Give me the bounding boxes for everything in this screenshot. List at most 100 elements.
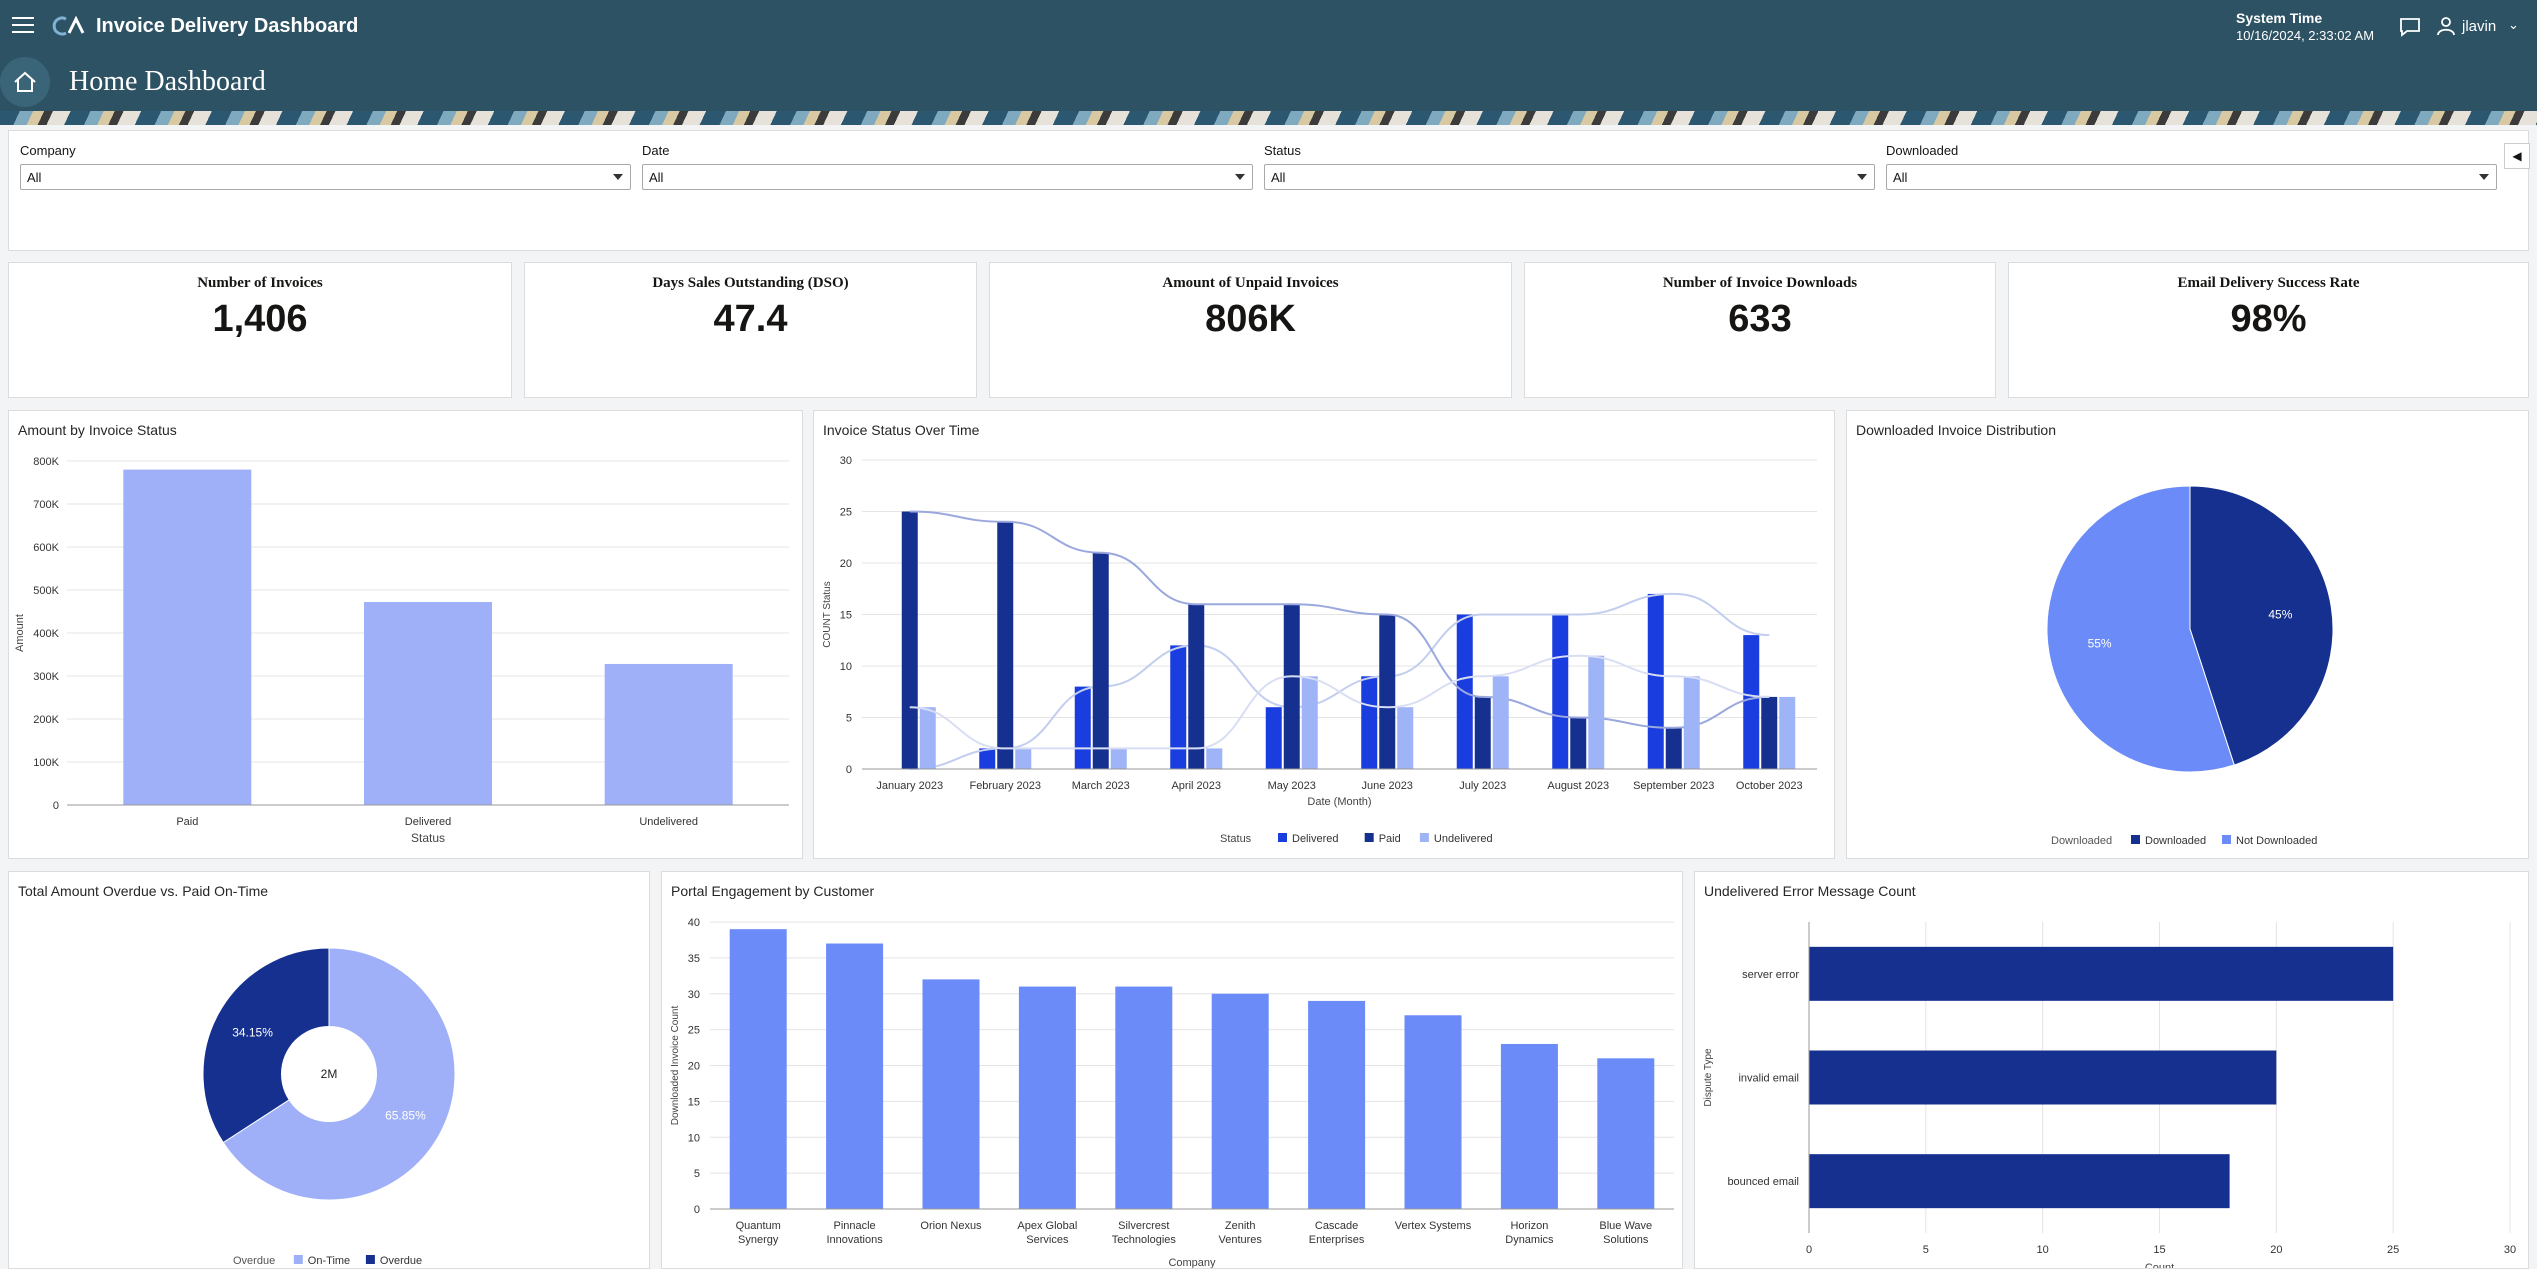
y-tick-label: 10 [688,1132,700,1144]
invoice-status-over-time-chart: 0 5 10 15 20 25 30 January 2023 February 2023 Mar… [822,455,1817,845]
downloaded-distribution-panel: Downloaded Invoice Distribution 45% 55% Do… [1846,410,2529,859]
date-select[interactable]: All [642,164,1253,190]
bar-paid [1474,696,1491,769]
bar [1211,993,1269,1209]
bar [1809,946,2394,1001]
x-axis-label: Status [411,831,445,845]
user-icon[interactable] [2436,16,2456,36]
filter-panel: Company All Date All Status All Download… [8,130,2529,251]
kpi-title: Amount of Unpaid Invoices [1162,275,1339,291]
legend-swatch [293,1255,303,1264]
filter-label: Status [1264,143,1301,158]
legend-label: Overdue [380,1255,422,1267]
bar-paid [1379,614,1396,769]
legend-swatch [1419,833,1429,842]
slice-label: 55% [2088,636,2112,650]
x-tick-label: February 2023 [969,780,1041,792]
bar-undelivered [1206,748,1223,769]
user-name[interactable]: jlavin [2462,18,2496,35]
x-tick-label: 30 [2504,1244,2516,1256]
bar-undelivered [1683,676,1700,769]
filter-downloaded: Downloaded All [1886,143,2497,190]
portal-engagement-panel: Portal Engagement by Customer 0 5 10 15 20 25… [661,871,1683,1269]
bar-delivered [1361,676,1378,769]
bar [1500,1043,1558,1209]
legend-label: Delivered [1292,833,1338,845]
status-select[interactable]: All [1264,164,1875,190]
kpi-title: Number of Invoices [197,275,323,291]
y-axis-label: Amount [14,614,26,652]
home-button[interactable] [0,57,50,107]
bar [364,602,492,805]
x-tick-label: Orion Nexus [920,1220,982,1232]
bar-delivered [1743,635,1760,769]
kpi-title: Email Delivery Success Rate [2177,275,2360,291]
x-tick-label: January 2023 [876,780,943,792]
y-tick-label: 400K [33,628,59,640]
bar [1404,1015,1462,1209]
undelivered-errors-chart: 0 5 10 15 20 25 30 server error invalid email bou… [1703,922,2516,1268]
x-tick-label: Undelivered [639,816,698,828]
bar [1597,1058,1655,1209]
kpi-dso: Days Sales Outstanding (DSO) 47.4 [524,262,977,398]
slice-label: 34.15% [232,1025,273,1039]
kpi-title: Number of Invoice Downloads [1662,275,1858,291]
kpi-invoice-downloads: Number of Invoice Downloads 633 [1524,262,1996,398]
y-tick-label: 15 [688,1096,700,1108]
x-tick-label: Vertex Systems [1395,1220,1472,1232]
y-tick-label: 35 [688,953,700,965]
y-tick-label: bounced email [1727,1176,1799,1188]
x-tick-label: July 2023 [1459,780,1506,792]
collapse-left-icon[interactable]: ◀ [2504,143,2530,169]
legend-swatch [1278,833,1287,842]
x-tick-label: April 2023 [1171,780,1221,792]
bar [1115,986,1173,1209]
company-select[interactable]: All [20,164,631,190]
chevron-down-icon[interactable]: ⌄ [2508,17,2519,33]
x-tick-label: June 2023 [1362,780,1413,792]
caret-down-icon [1235,174,1245,180]
filter-label: Company [20,143,76,158]
y-tick-label: 40 [688,917,700,929]
bar-delivered [1647,593,1664,769]
invoice-status-over-time-panel: Invoice Status Over Time 0 5 10 15 20 25 30 Jan… [813,410,1835,859]
bar-paid [1188,604,1205,769]
bar-paid [1283,604,1300,769]
legend-label: On-Time [308,1255,350,1267]
x-tick-label: Dynamics [1505,1234,1554,1246]
x-tick-label: Synergy [738,1234,779,1246]
x-tick-label: May 2023 [1268,780,1316,792]
x-tick-label: Enterprises [1309,1234,1365,1246]
downloaded-select[interactable]: All [1886,164,2497,190]
system-time-value: 10/16/2024, 2:33:02 AM [2236,28,2375,43]
x-tick-label: March 2023 [1072,780,1130,792]
x-tick-label: 0 [1806,1244,1812,1256]
kpi-value: 806K [1205,298,1296,340]
y-tick-label: 30 [840,455,852,467]
bar [826,943,884,1209]
chat-icon[interactable] [2398,17,2422,37]
y-tick-label: 20 [688,1061,700,1073]
x-tick-label: September 2023 [1633,780,1714,792]
donut-center-label: 2M [321,1067,338,1081]
bar [1809,1154,2230,1209]
kpi-number-of-invoices: Number of Invoices 1,406 [8,262,512,398]
portal-engagement-chart: 0 5 10 15 20 25 30 35 40 Quantum Synergy Pinnacle In… [670,917,1674,1268]
y-tick-label: 500K [33,585,59,597]
y-tick-label: invalid email [1738,1073,1799,1085]
bar-undelivered [919,707,936,769]
y-tick-label: 700K [33,499,59,511]
kpi-value: 98% [2230,298,2307,340]
y-tick-label: 0 [694,1204,700,1216]
downloaded-distribution-chart: 45% 55% Downloaded Downloaded Not Downloaded [2046,485,2334,847]
bar-undelivered [1397,707,1414,769]
hamburger-menu-icon[interactable] [12,17,34,35]
legend-label: Undelivered [1434,833,1493,845]
x-tick-label: 15 [2153,1244,2165,1256]
bar-undelivered [1779,696,1796,769]
x-tick-label: 25 [2387,1244,2399,1256]
legend-title: Overdue [233,1255,275,1267]
trend-line-delivered [909,592,1770,770]
legend-title: Downloaded [2051,835,2112,847]
undelivered-errors-panel: Undelivered Error Message Count 0 5 10 15 20… [1694,871,2529,1269]
